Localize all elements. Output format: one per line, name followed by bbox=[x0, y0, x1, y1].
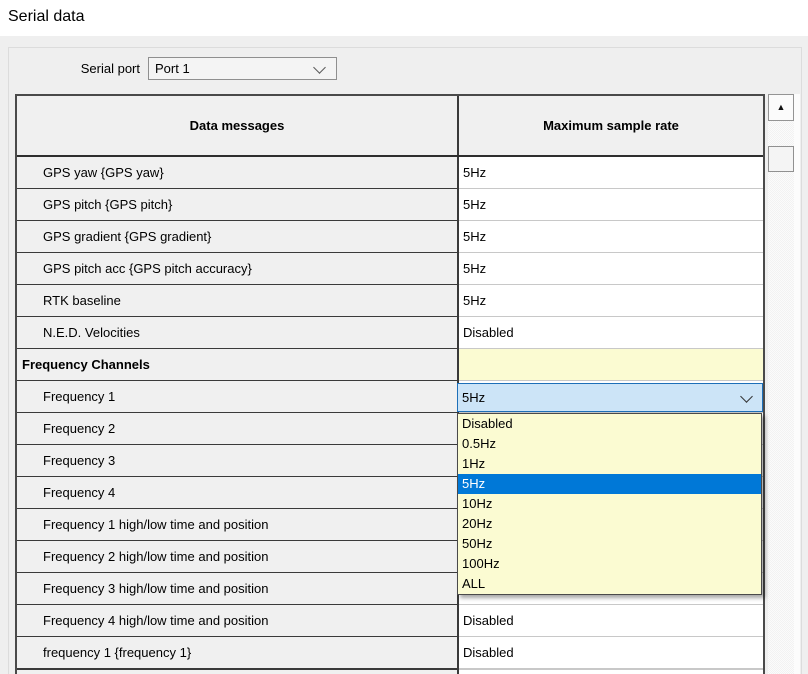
row-value: Disabled bbox=[463, 645, 514, 660]
up-arrow-icon: ▲ bbox=[777, 103, 786, 112]
row-value-cell[interactable]: Disabled bbox=[459, 637, 763, 669]
row-value-cell bbox=[459, 669, 763, 674]
serial-port-select[interactable]: Port 1 bbox=[148, 57, 337, 80]
row-value: 5Hz bbox=[463, 229, 486, 244]
dropdown-option[interactable]: 100Hz bbox=[458, 554, 761, 574]
sample-rate-selected-value: 5Hz bbox=[462, 390, 485, 405]
table-row: GPS gradient {GPS gradient} 5Hz bbox=[17, 221, 763, 253]
table-row-partial bbox=[17, 669, 763, 674]
serial-data-window: Serial data Serial port Port 1 Data mess… bbox=[0, 0, 808, 674]
row-value-cell[interactable]: 5Hz bbox=[459, 221, 763, 253]
row-value: 5Hz bbox=[463, 197, 486, 212]
row-label: GPS gradient {GPS gradient} bbox=[43, 229, 211, 244]
column-header-max-sample-rate: Maximum sample rate bbox=[459, 96, 763, 155]
table-row: GPS pitch {GPS pitch} 5Hz bbox=[17, 189, 763, 221]
table-row: GPS yaw {GPS yaw} 5Hz bbox=[17, 157, 763, 189]
table-row: GPS pitch acc {GPS pitch accuracy} 5Hz bbox=[17, 253, 763, 285]
sample-rate-dropdown-list: Disabled0.5Hz1Hz5Hz10Hz20Hz50Hz100HzALL bbox=[457, 413, 762, 595]
table-row: N.E.D. Velocities Disabled bbox=[17, 317, 763, 349]
row-value: Disabled bbox=[463, 613, 514, 628]
row-label: frequency 1 {frequency 1} bbox=[43, 645, 191, 660]
row-value: 5Hz bbox=[463, 261, 486, 276]
chevron-down-icon bbox=[313, 61, 326, 74]
row-value: 5Hz bbox=[463, 293, 486, 308]
serial-port-value: Port 1 bbox=[155, 61, 190, 76]
sample-rate-combobox[interactable]: 5Hz bbox=[457, 383, 763, 412]
table-header-row: Data messages Maximum sample rate bbox=[17, 96, 763, 157]
row-value-cell[interactable]: 5Hz bbox=[459, 285, 763, 317]
settings-panel: Serial port Port 1 Data messages Maximum… bbox=[0, 36, 808, 674]
row-label-cell: Frequency 3 high/low time and position bbox=[17, 573, 459, 605]
page-title: Serial data bbox=[8, 8, 85, 26]
row-value-cell[interactable]: 5Hz bbox=[459, 189, 763, 221]
row-label: Frequency 1 high/low time and position bbox=[43, 517, 268, 532]
table-row: Frequency 4 high/low time and position D… bbox=[17, 605, 763, 637]
row-label: Frequency 1 bbox=[43, 389, 115, 404]
row-label-cell: GPS pitch acc {GPS pitch accuracy} bbox=[17, 253, 459, 285]
dropdown-option[interactable]: 50Hz bbox=[458, 534, 761, 554]
scrollbar-thumb[interactable] bbox=[768, 146, 794, 172]
row-label-cell: Frequency 3 bbox=[17, 445, 459, 477]
row-label: Frequency 4 bbox=[43, 485, 115, 500]
row-label: Frequency 3 high/low time and position bbox=[43, 581, 268, 596]
row-label-cell: GPS gradient {GPS gradient} bbox=[17, 221, 459, 253]
row-label-cell: Frequency 2 bbox=[17, 413, 459, 445]
dropdown-option[interactable]: ALL bbox=[458, 574, 761, 594]
row-label-cell: frequency 1 {frequency 1} bbox=[17, 637, 459, 669]
row-label: Frequency 2 bbox=[43, 421, 115, 436]
scrollbar-gutter bbox=[794, 94, 800, 674]
row-label-cell: N.E.D. Velocities bbox=[17, 317, 459, 349]
row-label: GPS pitch {GPS pitch} bbox=[43, 197, 172, 212]
row-label-cell: Frequency 4 high/low time and position bbox=[17, 605, 459, 637]
row-label: GPS pitch acc {GPS pitch accuracy} bbox=[43, 261, 252, 276]
row-value-cell[interactable]: 5Hz bbox=[459, 253, 763, 285]
row-value-cell[interactable]: Disabled bbox=[459, 605, 763, 637]
row-label-cell: RTK baseline bbox=[17, 285, 459, 317]
row-label-cell: GPS yaw {GPS yaw} bbox=[17, 157, 459, 189]
column-header-data-messages: Data messages bbox=[17, 96, 459, 155]
row-label-cell: Frequency 1 high/low time and position bbox=[17, 509, 459, 541]
scroll-up-button[interactable]: ▲ bbox=[768, 94, 794, 121]
row-label-cell: GPS pitch {GPS pitch} bbox=[17, 189, 459, 221]
row-label: GPS yaw {GPS yaw} bbox=[43, 165, 164, 180]
table-row: frequency 1 {frequency 1} Disabled bbox=[17, 637, 763, 669]
row-label-cell: Frequency Channels bbox=[17, 349, 459, 381]
row-value: Disabled bbox=[463, 325, 514, 340]
row-label: Frequency 3 bbox=[43, 453, 115, 468]
row-label-cell: Frequency 1 bbox=[17, 381, 459, 413]
row-label: Frequency 4 high/low time and position bbox=[43, 613, 268, 628]
row-label-cell: Frequency 2 high/low time and position bbox=[17, 541, 459, 573]
dropdown-option[interactable]: 5Hz bbox=[458, 474, 761, 494]
dropdown-option[interactable]: Disabled bbox=[458, 414, 761, 434]
dropdown-option[interactable]: 1Hz bbox=[458, 454, 761, 474]
chevron-down-icon bbox=[740, 390, 753, 403]
row-label-cell: Frequency 4 bbox=[17, 477, 459, 509]
table-row: RTK baseline 5Hz bbox=[17, 285, 763, 317]
serial-port-label: Serial port bbox=[36, 60, 140, 77]
dropdown-option[interactable]: 10Hz bbox=[458, 494, 761, 514]
row-value-cell[interactable]: Disabled bbox=[459, 317, 763, 349]
dropdown-option[interactable]: 0.5Hz bbox=[458, 434, 761, 454]
row-label: Frequency 2 high/low time and position bbox=[43, 549, 268, 564]
row-value-cell[interactable] bbox=[459, 349, 763, 381]
row-value: 5Hz bbox=[463, 165, 486, 180]
row-label: RTK baseline bbox=[43, 293, 121, 308]
row-label: Frequency Channels bbox=[22, 357, 150, 372]
row-label-cell bbox=[17, 669, 459, 674]
row-label: N.E.D. Velocities bbox=[43, 325, 140, 340]
row-value-cell[interactable]: 5Hz bbox=[459, 157, 763, 189]
vertical-scrollbar[interactable]: ▲ bbox=[768, 94, 794, 674]
dropdown-option[interactable]: 20Hz bbox=[458, 514, 761, 534]
table-row: Frequency Channels bbox=[17, 349, 763, 381]
